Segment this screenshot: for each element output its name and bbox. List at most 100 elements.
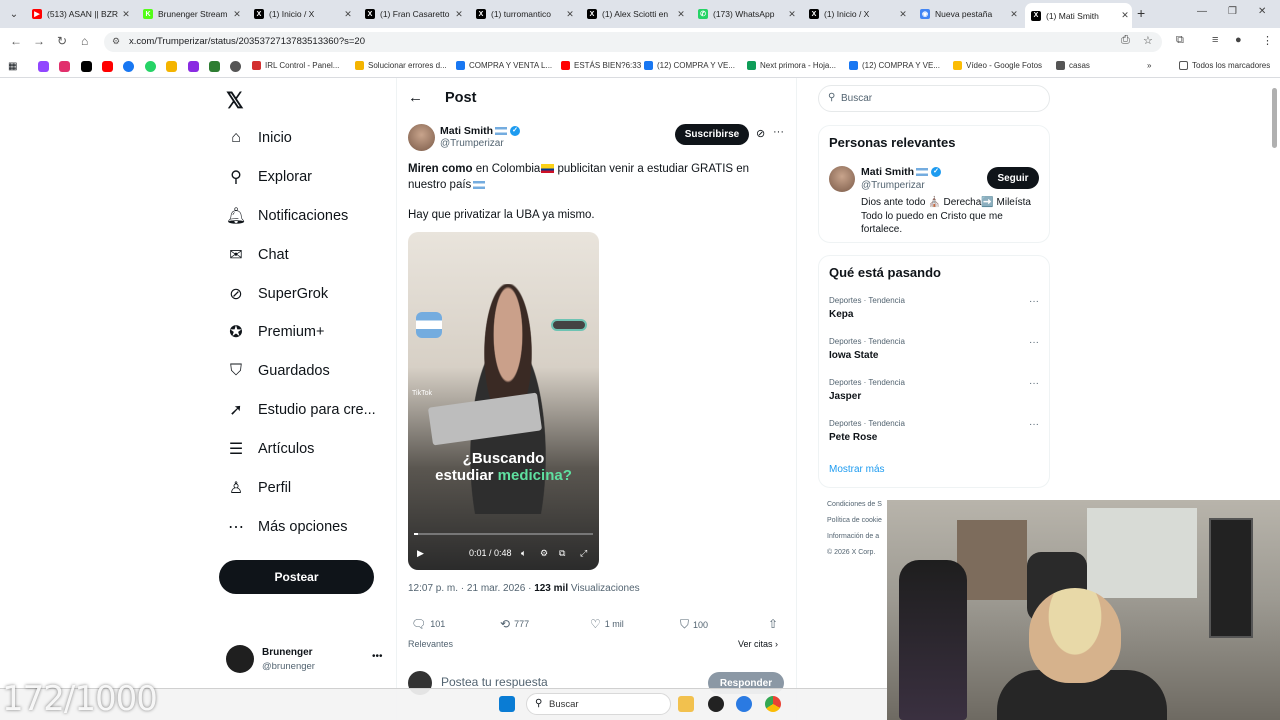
site-info-icon[interactable]: ⚙ <box>112 36 120 47</box>
back-icon[interactable]: ← <box>10 34 22 48</box>
tab-close-icon[interactable]: ✕ <box>341 9 355 20</box>
play-icon[interactable]: ▶ <box>417 548 424 559</box>
nav-item[interactable]: 🔔︎ Notificaciones <box>226 201 348 231</box>
relevant-avatar[interactable] <box>829 166 855 192</box>
bookmark-item[interactable]: Vídeo - Google Fotos <box>953 61 1042 70</box>
trend-item[interactable]: Deportes · Tendencia Iowa State ··· <box>829 337 1039 361</box>
instagram-icon[interactable] <box>59 61 70 72</box>
x-bookmark-icon[interactable] <box>81 61 92 72</box>
back-arrow-icon[interactable]: ← <box>408 89 423 106</box>
close-window-icon[interactable]: ✕ <box>1258 6 1266 17</box>
bookmark-item[interactable]: Solucionar errores d... <box>355 61 447 70</box>
post-button[interactable]: Postear <box>219 560 374 594</box>
media-icon[interactable]: ≡ <box>1212 34 1218 46</box>
bookmark-item[interactable]: ESTÁS BIEN?6:33 <box>561 61 641 70</box>
trend-item[interactable]: Deportes · Tendencia Pete Rose ··· <box>829 419 1039 443</box>
windows-start-icon[interactable] <box>499 696 515 712</box>
nav-item[interactable]: ⚲ Explorar <box>226 162 312 192</box>
bookmark-item[interactable]: IRL Control - Panel... <box>252 61 339 70</box>
footer-link[interactable]: Información de a <box>827 533 879 540</box>
tab-close-icon[interactable]: ✕ <box>674 9 688 20</box>
home-browser-icon[interactable]: ⌂ <box>81 34 88 48</box>
browser-tab[interactable]: X (1) Fran Casaretto ✕ <box>359 3 466 25</box>
nav-item[interactable]: ✉ Chat <box>226 240 288 270</box>
pip-icon[interactable]: ⧉ <box>559 548 565 559</box>
bookmark-action[interactable]: ⛉ 100 <box>680 617 708 632</box>
nav-item[interactable]: ⌂ Inicio <box>226 123 292 153</box>
grok-icon[interactable]: ⊘ <box>756 127 765 140</box>
tab-close-icon[interactable]: ✕ <box>563 9 577 20</box>
share-action[interactable]: ⇧ <box>768 617 782 631</box>
tab-close-icon[interactable]: ✕ <box>452 9 466 20</box>
bookmark-item[interactable]: Next primora - Hoja... <box>747 61 836 70</box>
more-icon[interactable]: ··· <box>1029 337 1039 348</box>
all-bookmarks[interactable]: Todos los marcadores <box>1179 61 1270 70</box>
footer-link[interactable]: Condiciones de S <box>827 501 882 508</box>
relevant-handle[interactable]: @Trumperizar <box>861 180 925 191</box>
nav-item[interactable]: ⛉ Guardados <box>226 356 330 386</box>
bookmark-item[interactable]: casas <box>1056 61 1090 70</box>
whatsapp-icon[interactable] <box>145 61 156 72</box>
like-action[interactable]: ♡ 1 mil <box>590 617 624 631</box>
repost-action[interactable]: ⟲ 777 <box>500 617 529 631</box>
trend-item[interactable]: Deportes · Tendencia Kepa ··· <box>829 296 1039 320</box>
taskbar-search[interactable]: ⚲ Buscar <box>526 693 671 715</box>
x-logo[interactable]: 𝕏 <box>226 88 244 114</box>
subscribe-button[interactable]: Suscribirse <box>675 124 749 145</box>
volume-icon[interactable]: 🔈︎ <box>521 548 526 559</box>
tab-close-icon[interactable]: ✕ <box>1007 9 1021 20</box>
nav-item[interactable]: ⋯ Más opciones <box>226 512 347 542</box>
reply-action[interactable]: 🗨︎ 101 <box>411 617 445 631</box>
browser-tab[interactable]: ▶ (513) ASAN || BZR ✕ <box>26 3 133 25</box>
url-bar[interactable]: ⚙ x.com/Trumperizar/status/2035372713783… <box>104 32 1162 52</box>
search-box[interactable]: ⚲ Buscar <box>818 85 1050 112</box>
tab-close-icon[interactable]: ✕ <box>119 9 133 20</box>
new-tab-button[interactable]: + <box>1137 5 1145 21</box>
tab-close-icon[interactable]: ✕ <box>785 9 799 20</box>
bookmark-item[interactable]: (12) COMPRA Y VE... <box>644 61 735 70</box>
nav-item[interactable]: ➚ Estudio para cre... <box>226 395 375 425</box>
video-progress-bar[interactable] <box>414 533 593 535</box>
bookmark-app-icon[interactable] <box>230 61 241 72</box>
nav-item[interactable]: ☰ Artículos <box>226 434 315 464</box>
footer-link[interactable]: © 2026 X Corp. <box>827 549 875 556</box>
more-icon[interactable]: ··· <box>1029 296 1039 307</box>
tab-close-icon[interactable]: ✕ <box>1118 10 1132 21</box>
nav-item[interactable]: ⊘ SuperGrok <box>226 279 328 309</box>
profile-avatar[interactable]: ● <box>1235 34 1242 46</box>
browser-tab[interactable]: X (1) turromantico ✕ <box>470 3 577 25</box>
extensions-icon[interactable]: ⧉ <box>1176 34 1184 47</box>
nav-item[interactable]: ✪ Premium+ <box>226 317 324 347</box>
bookmark-item[interactable]: (12) COMPRA Y VE... <box>849 61 940 70</box>
footer-link[interactable]: Política de cookie <box>827 517 882 524</box>
browser-tab[interactable]: X (1) Alex Sciotti en ✕ <box>581 3 688 25</box>
apps-grid-icon[interactable]: ▦ <box>8 61 19 72</box>
nav-item[interactable]: ♙ Perfil <box>226 473 291 503</box>
bookmark-app-icon[interactable] <box>188 61 199 72</box>
more-icon[interactable]: ··· <box>1029 419 1039 430</box>
obs-icon[interactable] <box>708 696 724 712</box>
tab-close-icon[interactable]: ✕ <box>896 9 910 20</box>
more-options-icon[interactable]: ··· <box>773 126 784 138</box>
google-icon[interactable] <box>166 61 177 72</box>
trend-item[interactable]: Deportes · Tendencia Jasper ··· <box>829 378 1039 402</box>
browser-tab[interactable]: X (1) Inicio / X ✕ <box>248 3 355 25</box>
browser-tab[interactable]: ✆ (173) WhatsApp ✕ <box>692 3 799 25</box>
bookmark-item[interactable]: COMPRA Y VENTA L... <box>456 61 552 70</box>
author-name[interactable]: Mati Smith ✓ <box>440 125 521 137</box>
facebook-icon[interactable] <box>123 61 134 72</box>
maximize-icon[interactable]: ❐ <box>1228 6 1237 17</box>
browser-tab[interactable]: ◉ Nueva pestaña ✕ <box>914 3 1021 25</box>
forward-icon[interactable]: → <box>33 34 45 48</box>
minimize-icon[interactable]: — <box>1197 6 1207 17</box>
more-icon[interactable]: ••• <box>372 651 383 662</box>
relevant-name[interactable]: Mati Smith ✓ <box>861 166 942 178</box>
bookmark-app-icon[interactable] <box>209 61 220 72</box>
browser-menu-icon[interactable]: ⋮ <box>1262 34 1273 47</box>
more-icon[interactable]: ··· <box>1029 378 1039 389</box>
browser-tab[interactable]: K Brunenger Stream ✕ <box>137 3 244 25</box>
edge-icon[interactable] <box>736 696 752 712</box>
show-more-link[interactable]: Mostrar más <box>829 464 885 475</box>
video-player[interactable]: TikTok ¿Buscando estudiar medicina? ▶ 0:… <box>408 232 599 570</box>
twitch-icon[interactable] <box>38 61 49 72</box>
